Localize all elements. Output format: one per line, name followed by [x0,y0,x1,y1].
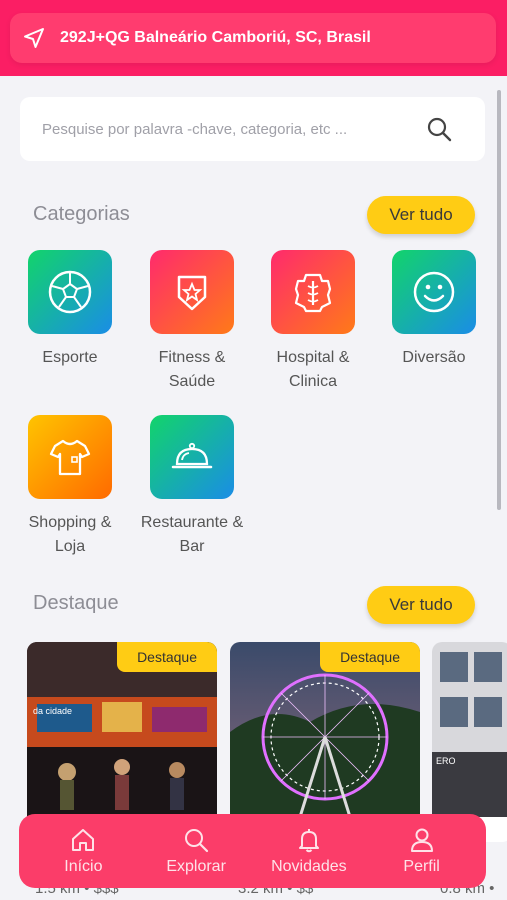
location-text: 292J+QG Balneário Camboriú, SC, Brasil [60,29,371,46]
bell-icon [298,829,319,853]
nav-explorar[interactable]: Explorar [141,826,251,876]
medical-caduceus-icon [294,273,332,313]
categories-title: Categorias [33,203,130,225]
top-bar: 292J+QG Balneário Camboriú, SC, Brasil [0,0,507,76]
category-esporte[interactable]: Esporte [15,250,125,370]
category-tile [150,250,234,334]
category-restaurante[interactable]: Restaurante & Bar [137,415,247,559]
nav-label: Explorar [166,858,226,875]
svg-text:ERO: ERO [436,756,456,766]
category-label: Hospital & Clinica [276,349,350,390]
smiley-icon [413,271,455,313]
featured-badge: Destaque [117,642,217,672]
category-fitness[interactable]: Fitness & Saúde [137,250,247,394]
category-label: Esporte [42,349,98,366]
category-hospital[interactable]: Hospital & Clinica [258,250,368,394]
soccer-ball-icon [48,270,92,314]
nav-inicio[interactable]: Início [28,826,138,876]
featured-title: Destaque [33,592,119,614]
tshirt-icon [49,439,91,476]
featured-badge: Destaque [320,642,420,672]
search-input[interactable] [42,120,422,138]
scrollbar[interactable] [497,90,501,510]
featured-card[interactable]: Destaque [230,642,420,842]
category-label: Restaurante & Bar [140,514,244,555]
category-tile [392,250,476,334]
svg-text:da cidade: da cidade [33,706,72,716]
featured-card[interactable]: da cidade Destaque [27,642,217,842]
featured-card[interactable]: ERO [432,642,507,842]
navigation-arrow-icon [24,28,44,48]
category-label: Diversão [402,349,466,366]
user-icon [410,828,433,852]
search-box [20,97,485,161]
category-tile [271,250,355,334]
category-tile [28,415,112,499]
search-icon[interactable] [425,115,453,143]
food-cloche-icon [171,442,213,469]
nav-perfil[interactable]: Perfil [367,826,477,876]
nav-label: Início [64,858,103,875]
nav-novidades[interactable]: Novidades [254,826,364,876]
nav-label: Novidades [271,858,347,875]
category-label: Shopping & Loja [28,514,112,555]
location-selector[interactable]: 292J+QG Balneário Camboriú, SC, Brasil [10,13,496,63]
home-icon [72,829,95,851]
category-diversao[interactable]: Diversão [379,250,489,370]
category-shopping[interactable]: Shopping & Loja [15,415,125,559]
category-label: Fitness & Saúde [158,349,226,390]
search-icon [185,829,209,853]
bottom-nav: Início Explorar Novidades Perfil [19,814,486,888]
nav-label: Perfil [403,858,440,875]
category-tile [150,415,234,499]
categories-see-all-button[interactable]: Ver tudo [367,196,475,234]
shield-star-icon [177,275,207,311]
category-tile [28,250,112,334]
featured-see-all-button[interactable]: Ver tudo [367,586,475,624]
building-photo: ERO [432,642,507,817]
